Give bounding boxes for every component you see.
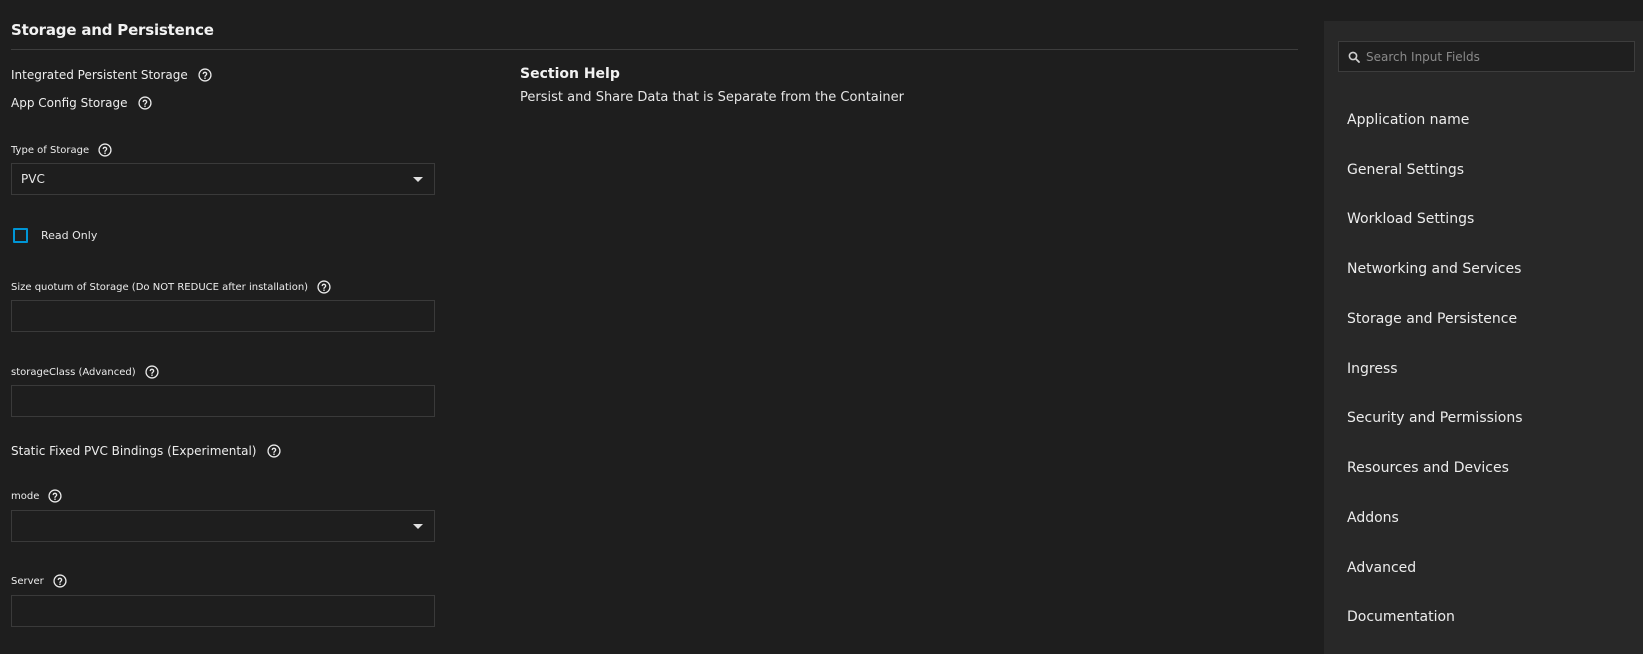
app-config-storage-label: App Config Storage (11, 96, 128, 110)
size-quotum-input[interactable] (11, 300, 435, 332)
sidebar-item-general-settings[interactable]: General Settings (1347, 162, 1464, 178)
sidebar-item-networking-and-services[interactable]: Networking and Services (1347, 261, 1521, 277)
search-box[interactable] (1338, 41, 1635, 72)
sidebar-item-advanced[interactable]: Advanced (1347, 560, 1416, 576)
type-of-storage-label-row: Type of Storage (11, 143, 112, 157)
mode-select[interactable] (11, 510, 435, 542)
section-help-heading: Section Help (520, 66, 620, 82)
server-input[interactable] (11, 595, 435, 627)
storage-class-input[interactable] (11, 385, 435, 417)
help-circle-icon[interactable] (98, 143, 112, 157)
search-input[interactable] (1366, 43, 1631, 70)
type-of-storage-label: Type of Storage (11, 144, 90, 156)
sidebar-item-application-name[interactable]: Application name (1347, 112, 1469, 128)
sidebar-item-storage-and-persistence[interactable]: Storage and Persistence (1347, 311, 1517, 327)
help-circle-icon[interactable] (137, 96, 152, 110)
search-icon (1348, 51, 1360, 63)
help-circle-icon[interactable] (267, 444, 282, 458)
section-help-text: Persist and Share Data that is Separate … (520, 90, 904, 105)
main-form-area: Storage and Persistence Integrated Persi… (0, 0, 1310, 654)
type-of-storage-value: PVC (21, 172, 45, 186)
caret-down-icon (413, 177, 423, 182)
sidebar-item-resources-and-devices[interactable]: Resources and Devices (1347, 460, 1509, 476)
section-title: Storage and Persistence (11, 21, 214, 39)
static-fixed-pvc-row[interactable]: Static Fixed PVC Bindings (Experimental) (11, 444, 282, 458)
integrated-persistent-storage-label: Integrated Persistent Storage (11, 68, 188, 82)
sidebar-item-ingress[interactable]: Ingress (1347, 361, 1398, 377)
sidebar-item-security-and-permissions[interactable]: Security and Permissions (1347, 410, 1523, 426)
sidebar-item-documentation[interactable]: Documentation (1347, 609, 1455, 625)
help-circle-icon[interactable] (317, 280, 331, 294)
mode-label-row: mode (11, 489, 62, 503)
caret-down-icon (413, 524, 423, 529)
size-quotum-label-row: Size quotum of Storage (Do NOT REDUCE af… (11, 280, 331, 294)
title-divider (11, 49, 1298, 50)
help-circle-icon[interactable] (48, 489, 62, 503)
server-label: Server (11, 575, 44, 587)
storage-class-label: storageClass (Advanced) (11, 366, 136, 378)
static-fixed-pvc-label: Static Fixed PVC Bindings (Experimental) (11, 444, 257, 458)
server-label-row: Server (11, 574, 67, 588)
mode-label: mode (11, 490, 40, 502)
read-only-checkbox[interactable] (13, 228, 28, 243)
help-circle-icon[interactable] (198, 68, 212, 82)
app-config-storage-row[interactable]: App Config Storage (11, 96, 152, 110)
integrated-persistent-storage-row[interactable]: Integrated Persistent Storage (11, 68, 212, 82)
storage-class-label-row: storageClass (Advanced) (11, 365, 159, 379)
read-only-label[interactable]: Read Only (41, 229, 97, 242)
size-quotum-label: Size quotum of Storage (Do NOT REDUCE af… (11, 281, 309, 293)
sidebar-item-workload-settings[interactable]: Workload Settings (1347, 211, 1474, 227)
help-circle-icon[interactable] (145, 365, 159, 379)
sidebar: Application name General Settings Worklo… (1324, 21, 1643, 654)
sidebar-item-addons[interactable]: Addons (1347, 510, 1399, 526)
type-of-storage-select[interactable]: PVC (11, 163, 435, 195)
help-circle-icon[interactable] (53, 574, 67, 588)
